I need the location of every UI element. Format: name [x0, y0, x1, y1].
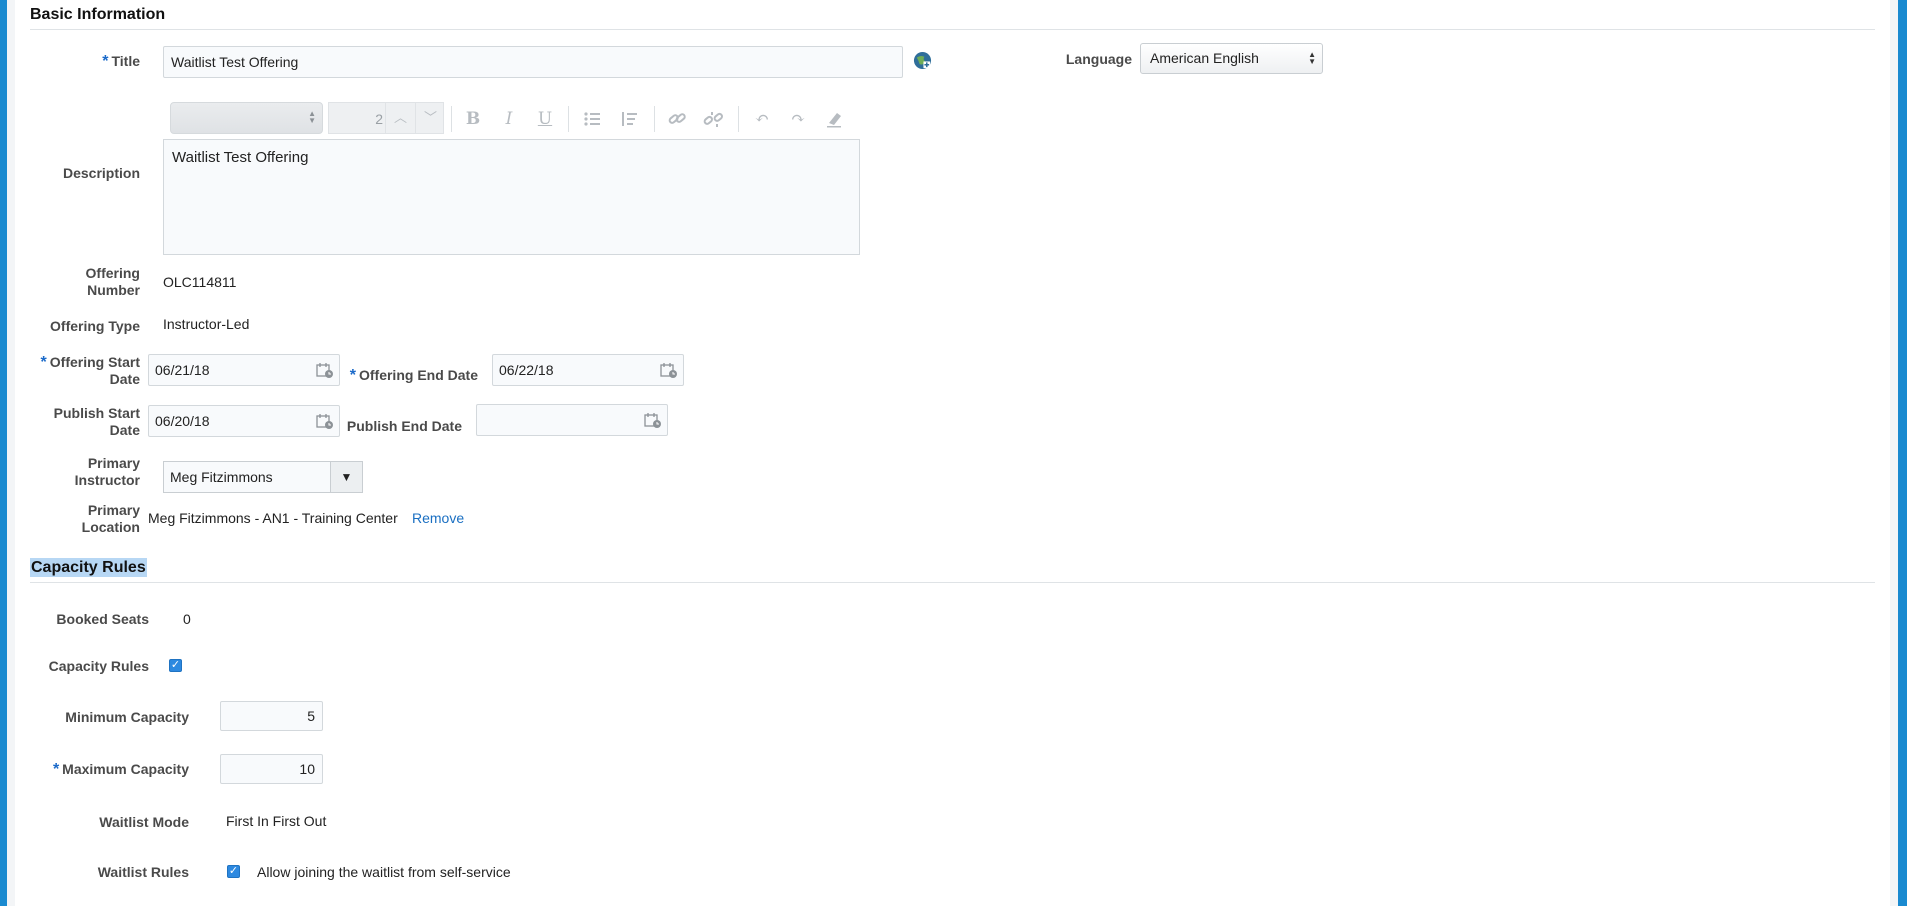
chevron-up-icon[interactable]: ︿ [385, 103, 415, 133]
toolbar-divider [738, 106, 739, 132]
waitlist-self-service-label: Allow joining the waitlist from self-ser… [257, 864, 511, 880]
dropdown-arrow-icon[interactable]: ▼ [330, 462, 362, 492]
offering-end-date-label: * Offering End Date [349, 367, 478, 384]
toolbar-divider [451, 106, 452, 132]
link-icon[interactable] [666, 108, 688, 130]
language-select-value: American English [1150, 50, 1259, 66]
primary-instructor-value: Meg Fitzimmons [170, 469, 273, 485]
italic-icon[interactable]: I [498, 108, 520, 130]
minimum-capacity-input[interactable]: 5 [220, 701, 323, 731]
language-select[interactable]: American English ▲ ▼ [1140, 43, 1323, 74]
offering-start-date-input[interactable]: 06/21/18 [148, 354, 340, 386]
description-editor[interactable]: Waitlist Test Offering [163, 139, 860, 255]
font-size-stepper[interactable]: 2 ︿ ﹀ [328, 102, 444, 134]
primary-location-value: Meg Fitzimmons - AN1 - Training Center [148, 510, 398, 526]
window-frame-left [0, 0, 7, 906]
minimum-capacity-label: Minimum Capacity [65, 709, 189, 725]
required-marker: * [102, 53, 109, 70]
unlink-icon[interactable] [702, 108, 724, 130]
toolbar-divider [654, 106, 655, 132]
redo-icon[interactable]: ↷ [787, 108, 809, 130]
font-size-value: 2 [375, 111, 383, 127]
calendar-icon[interactable] [644, 412, 662, 429]
waitlist-self-service-checkbox[interactable]: ✓ [227, 865, 240, 878]
offering-type-label: Offering Type [50, 318, 140, 334]
capacity-rules-checkbox[interactable]: ✓ [169, 659, 182, 672]
window-gutter-right [1890, 0, 1898, 906]
rich-text-toolbar: ▲ ▼ 2 ︿ ﹀ B I U ↶ ↷ [170, 102, 870, 136]
publish-start-date-input[interactable]: 06/20/18 [148, 405, 340, 437]
font-family-select[interactable]: ▲ ▼ [170, 102, 323, 134]
clear-format-icon[interactable] [823, 108, 845, 130]
offering-type-value: Instructor-Led [163, 316, 250, 332]
booked-seats-value: 0 [183, 611, 191, 627]
section-title-capacity-rules: Capacity Rules [30, 558, 147, 577]
underline-icon[interactable]: U [534, 108, 556, 130]
section-divider [30, 29, 1875, 30]
bold-icon[interactable]: B [462, 108, 484, 130]
maximum-capacity-label: * Maximum Capacity [52, 761, 189, 778]
select-updown-icon: ▲ ▼ [308, 109, 316, 125]
primary-instructor-select[interactable]: Meg Fitzimmons ▼ [163, 461, 363, 493]
offering-number-label: Offering Number [85, 265, 140, 298]
toolbar-divider [568, 106, 569, 132]
section-divider [30, 582, 1875, 583]
calendar-icon[interactable] [316, 362, 334, 379]
offering-start-date-label: * Offering Start Date [40, 354, 140, 387]
capacity-rules-label: Capacity Rules [48, 658, 149, 674]
window-frame-right [1898, 0, 1907, 906]
publish-end-date-label: Publish End Date [346, 418, 462, 434]
translate-globe-icon[interactable] [913, 51, 932, 70]
select-updown-icon: ▲ ▼ [1308, 50, 1316, 66]
title-label: * Title [102, 53, 140, 70]
window-gutter-left [7, 0, 15, 906]
publish-end-date-input[interactable] [476, 404, 668, 436]
section-title-basic-information: Basic Information [30, 6, 166, 23]
bulleted-list-icon[interactable] [581, 108, 603, 130]
publish-start-date-value: 06/20/18 [155, 413, 210, 429]
offering-number-value: OLC114811 [163, 274, 237, 290]
primary-instructor-label: Primary Instructor [74, 455, 140, 488]
offering-start-date-value: 06/21/18 [155, 362, 210, 378]
waitlist-mode-value: First In First Out [226, 813, 327, 829]
offering-end-date-input[interactable]: 06/22/18 [492, 354, 684, 386]
language-label: Language [1065, 51, 1132, 67]
primary-location-label: Primary Location [81, 502, 140, 535]
publish-start-date-label: Publish Start Date [53, 405, 140, 438]
booked-seats-label: Booked Seats [56, 611, 149, 627]
title-input[interactable]: Waitlist Test Offering [163, 46, 903, 78]
maximum-capacity-input[interactable]: 10 [220, 754, 323, 784]
waitlist-mode-label: Waitlist Mode [99, 814, 189, 830]
undo-icon[interactable]: ↶ [751, 108, 773, 130]
description-label: Description [62, 165, 140, 181]
remove-location-link[interactable]: Remove [412, 510, 464, 526]
waitlist-rules-label: Waitlist Rules [97, 864, 189, 880]
chevron-down-icon[interactable]: ﹀ [415, 103, 445, 133]
numbered-list-icon[interactable] [618, 108, 640, 130]
offering-end-date-value: 06/22/18 [499, 362, 554, 378]
calendar-icon[interactable] [660, 362, 678, 379]
